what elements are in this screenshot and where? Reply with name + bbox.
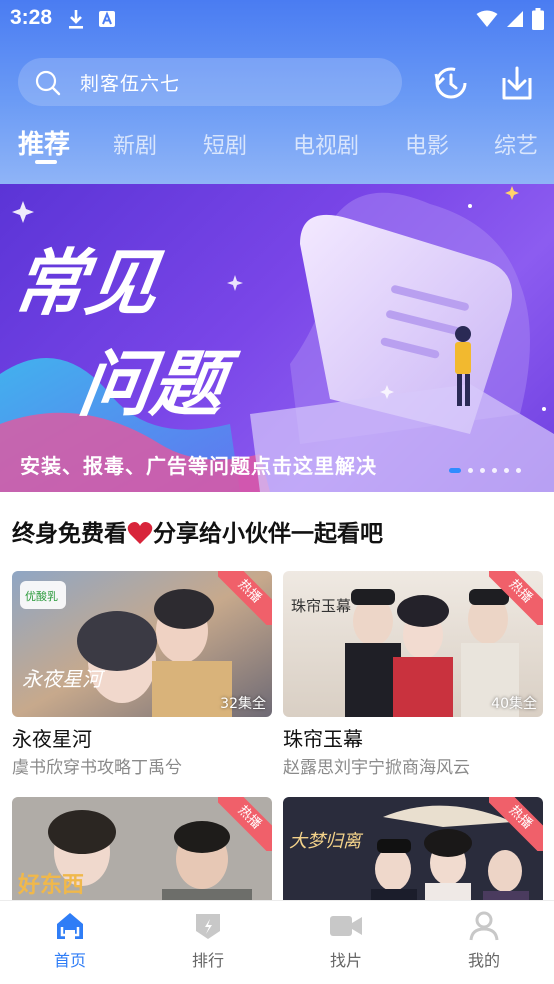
battery-icon <box>532 8 544 30</box>
section-title-text: 终身免费看 <box>12 521 127 547</box>
tab-new-drama[interactable]: 新剧 <box>113 128 157 160</box>
tab-short-drama[interactable]: 短剧 <box>203 128 247 160</box>
status-time: 3:28 <box>10 6 53 29</box>
download-icon[interactable] <box>496 62 538 104</box>
drama-title: 珠帘玉幕 <box>283 727 363 751</box>
banner-dot <box>492 468 497 473</box>
tab-active-indicator <box>35 160 57 164</box>
wifi-icon <box>476 10 498 27</box>
drama-poster[interactable]: 优酸乳 永夜星河 热播 32集全 <box>12 571 272 717</box>
drama-title: 永夜星河 <box>12 727 92 751</box>
nav-home[interactable]: 首页 <box>30 911 110 971</box>
bottom-navigation: 首页 排行 找片 我的 <box>0 900 554 984</box>
tab-movie[interactable]: 电影 <box>405 128 449 160</box>
banner-caption: 安装、报毒、广告等问题点击这里解决 <box>20 454 377 478</box>
drama-card[interactable]: 珠帘玉幕 热播 40集全 珠帘玉幕 赵露思刘宇宁掀商海风云 <box>283 571 543 778</box>
search-bar[interactable]: 刺客伍六七 <box>18 58 402 106</box>
banner-illustration: 常见 问题 <box>0 186 554 492</box>
status-bar: 3:28 <box>0 0 554 38</box>
signal-icon <box>507 11 523 27</box>
search-input[interactable]: 刺客伍六七 <box>80 69 180 96</box>
ranking-icon <box>196 914 220 939</box>
heart-icon <box>127 522 153 544</box>
nav-label-find: 找片 <box>329 951 362 970</box>
banner-dot-active <box>449 468 461 473</box>
tab-tv-series[interactable]: 电视剧 <box>293 128 359 160</box>
banner-title-line1: 常见 <box>8 242 166 326</box>
hot-badge: 热播 <box>489 571 543 625</box>
drama-description: 虞书欣穿书攻略丁禹兮 <box>12 758 182 778</box>
banner-dot <box>516 468 521 473</box>
section-title-text-share: 分享给小伙伴一起看吧 <box>153 521 383 547</box>
tab-variety[interactable]: 综艺 <box>494 128 538 160</box>
user-icon <box>469 911 499 941</box>
category-tabs: 推荐 新剧 短剧 电视剧 电影 综艺 <box>0 120 554 180</box>
banner-dot <box>468 468 473 473</box>
poster-title-art: 永夜星河 <box>22 667 106 691</box>
banner-dot <box>504 468 509 473</box>
poster-title-art: 珠帘玉幕 <box>291 597 351 615</box>
hot-badge: 热播 <box>218 797 272 851</box>
banner-title-line2: 问题 <box>74 343 242 427</box>
nav-label-ranking: 排行 <box>191 951 224 970</box>
nav-find[interactable]: 找片 <box>306 911 386 971</box>
nav-ranking[interactable]: 排行 <box>168 911 248 971</box>
faq-banner[interactable]: 常见 问题 安装、报毒、广告等问题点击这里解决 <box>0 184 554 492</box>
nav-label-profile: 我的 <box>467 951 500 970</box>
poster-title-art: 大梦归离 <box>289 831 364 852</box>
drama-poster[interactable]: 珠帘玉幕 热播 40集全 <box>283 571 543 717</box>
episode-count: 32集全 <box>220 696 266 712</box>
video-camera-icon <box>330 916 362 936</box>
episode-count: 40集全 <box>491 696 537 712</box>
home-icon <box>57 913 83 939</box>
nav-label-home: 首页 <box>53 951 86 970</box>
history-icon[interactable] <box>430 62 472 104</box>
tab-recommend[interactable]: 推荐 <box>18 124 70 161</box>
drama-card[interactable]: 优酸乳 永夜星河 热播 32集全 永夜星河 虞书欣穿书攻略丁禹兮 <box>12 571 272 778</box>
poster-sticker: 优酸乳 <box>25 589 58 603</box>
search-icon <box>35 70 61 96</box>
download-notification-icon <box>69 10 83 29</box>
drama-description: 赵露思刘宇宁掀商海风云 <box>283 758 470 778</box>
nav-profile[interactable]: 我的 <box>444 911 524 971</box>
hot-badge: 热播 <box>489 797 543 851</box>
banner-pagination <box>449 468 521 473</box>
poster-title-art: 好东西 <box>17 872 84 898</box>
hot-badge: 热播 <box>218 571 272 625</box>
banner-dot <box>480 468 485 473</box>
keyboard-notification-icon <box>99 11 115 27</box>
section-title: 终身免费看 分享给小伙伴一起看吧 <box>12 514 383 548</box>
